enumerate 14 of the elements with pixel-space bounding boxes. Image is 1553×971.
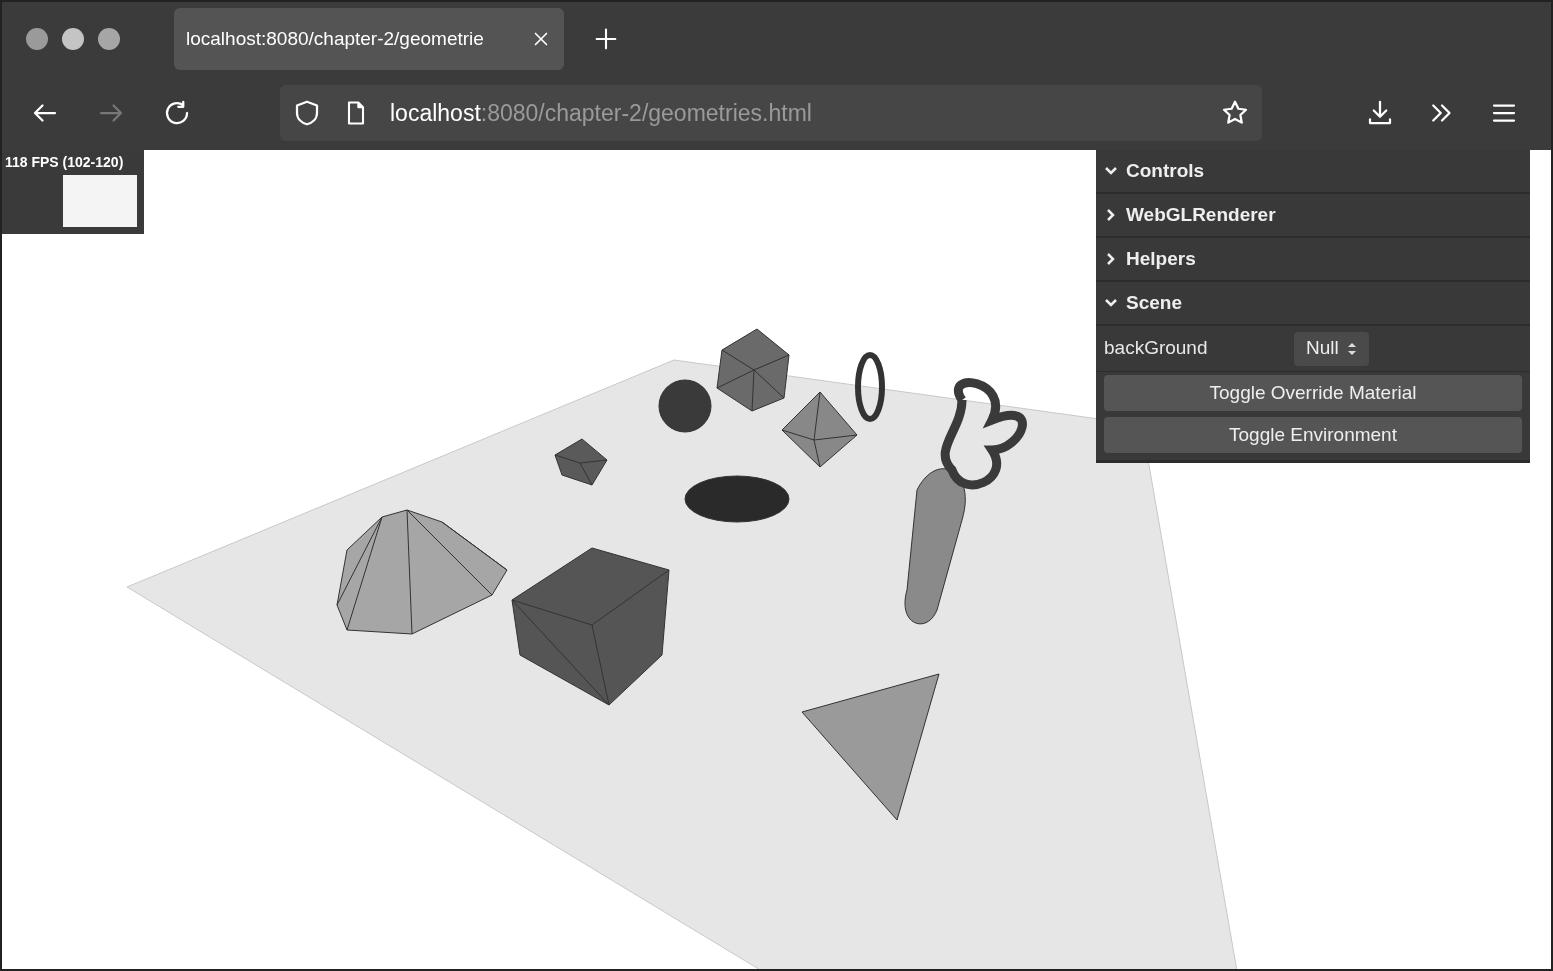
browser-tab[interactable]: localhost:8080/chapter-2/geometrie (174, 8, 564, 70)
folder-header[interactable]: Controls (1096, 150, 1530, 194)
field-label: backGround (1104, 336, 1209, 361)
background-select[interactable]: Null (1294, 331, 1369, 366)
stepper-icon (1346, 340, 1357, 357)
fps-text: 118 FPS (102-120) (5, 153, 125, 171)
toggle-button[interactable]: Toggle Environment (1104, 417, 1522, 453)
folder-header[interactable]: Scene (1096, 282, 1530, 326)
folder-header[interactable]: Helpers (1096, 238, 1530, 282)
url-text: localhost:8080/chapter-2/geometries.html (390, 98, 812, 128)
address-bar[interactable]: localhost:8080/chapter-2/geometries.html (280, 85, 1262, 141)
tab-title: localhost:8080/chapter-2/geometrie (186, 26, 484, 51)
folder-header[interactable]: WebGLRenderer (1096, 194, 1530, 238)
toggle-button[interactable]: Toggle Override Material (1104, 375, 1522, 411)
